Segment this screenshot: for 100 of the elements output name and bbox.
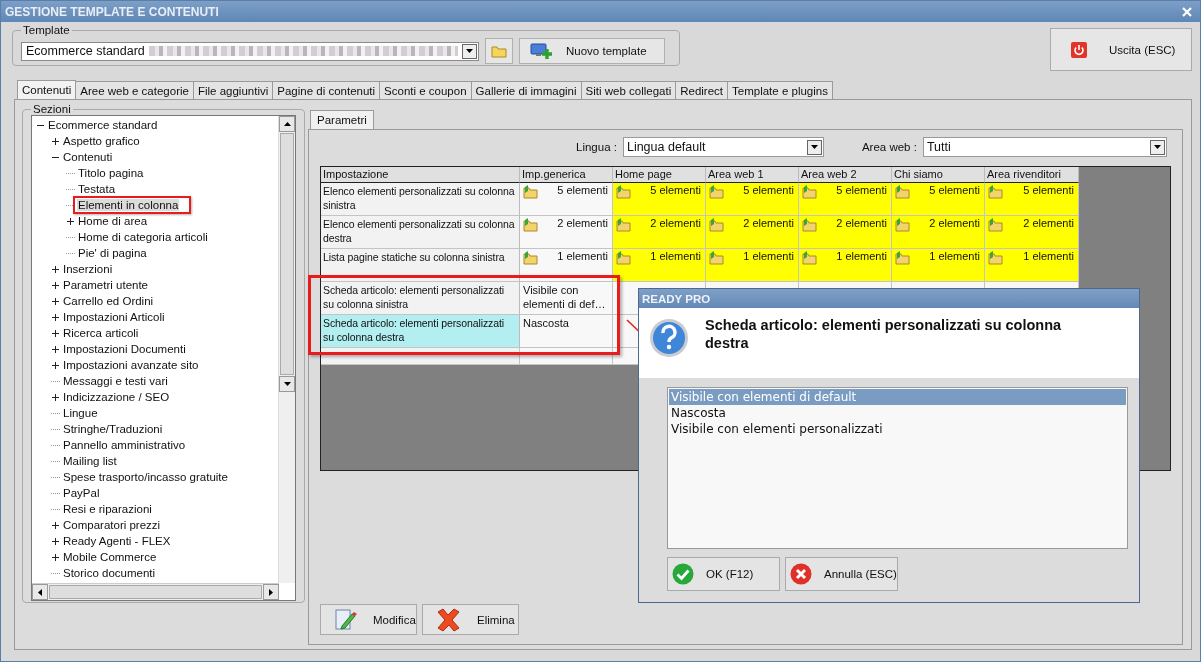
tree-item[interactable]: Resi e riparazioni (62, 503, 153, 515)
tree-item[interactable]: Ricerca articoli (62, 327, 140, 339)
value-cell[interactable]: 2 elementi (520, 216, 613, 249)
setting-cell[interactable]: Scheda articolo: elementi personalizzati su colonna sinistra (321, 282, 520, 315)
tree-item[interactable]: Impostazioni Documenti (62, 343, 187, 355)
column-header[interactable]: Impostazione (321, 167, 520, 183)
tree-item[interactable]: Inserzioni (62, 263, 114, 275)
folder-icon[interactable] (523, 217, 539, 233)
value-cell[interactable]: Visibile con elementi di def… (520, 282, 613, 315)
expand-icon[interactable] (51, 264, 60, 274)
expand-icon[interactable] (51, 136, 60, 146)
column-header[interactable]: Chi siamo (892, 167, 985, 183)
value-cell[interactable]: 2 elementi (799, 216, 892, 249)
folder-icon[interactable] (616, 217, 632, 233)
expand-icon[interactable] (51, 520, 60, 530)
folder-icon[interactable] (709, 184, 725, 200)
expand-icon[interactable] (51, 392, 60, 402)
tree-item[interactable]: Pie' di pagina (77, 247, 148, 259)
folder-icon[interactable] (709, 217, 725, 233)
folder-icon[interactable] (988, 250, 1004, 266)
value-cell[interactable]: 1 elementi (706, 249, 799, 282)
tree-item[interactable]: Mobile Commerce (62, 551, 158, 563)
folder-icon[interactable] (988, 184, 1004, 200)
tree-item[interactable]: PayPal (62, 487, 101, 499)
column-header[interactable]: Area web 1 (706, 167, 799, 183)
tree-item[interactable]: Messaggi e testi vari (62, 375, 169, 387)
column-header[interactable]: Imp.generica (520, 167, 613, 183)
tree-item[interactable]: Indicizzazione / SEO (62, 391, 171, 403)
expand-icon[interactable] (51, 536, 60, 546)
tab[interactable]: File aggiuntivi (192, 81, 274, 99)
folder-icon[interactable] (895, 250, 911, 266)
expand-icon[interactable] (51, 280, 60, 290)
value-cell[interactable]: 5 elementi (892, 183, 985, 216)
tree-item[interactable]: Mailing list (62, 455, 118, 467)
template-select[interactable]: Ecommerce standard (21, 41, 479, 61)
expand-icon[interactable] (51, 312, 60, 322)
scroll-left-icon[interactable] (38, 588, 42, 596)
folder-icon[interactable] (895, 217, 911, 233)
language-select[interactable]: Lingua default (622, 137, 824, 157)
tree-item[interactable]: Testata (77, 183, 117, 195)
tree-item[interactable]: Elementi in colonna (77, 199, 180, 211)
folder-icon[interactable] (895, 184, 911, 200)
tab[interactable]: Gallerie di immagini (470, 81, 582, 99)
value-cell[interactable]: Nascosta (520, 315, 613, 348)
edit-button[interactable]: Modifica (320, 604, 417, 635)
value-cell[interactable]: 2 elementi (985, 216, 1079, 249)
tree-item[interactable]: Home di categoria articoli (77, 231, 209, 243)
expand-icon[interactable] (66, 216, 75, 226)
tree-item[interactable]: Spese trasporto/incasso gratuite (62, 471, 229, 483)
value-cell[interactable]: 5 elementi (613, 183, 706, 216)
tree-item[interactable]: Stringhe/Traduzioni (62, 423, 164, 435)
value-cell[interactable]: 1 elementi (613, 249, 706, 282)
tree-item[interactable]: Carrello ed Ordini (62, 295, 155, 307)
tree-item[interactable]: Ecommerce standard (47, 119, 159, 131)
expand-icon[interactable] (51, 328, 60, 338)
value-cell[interactable]: 5 elementi (799, 183, 892, 216)
tree-item[interactable]: Lingue (62, 407, 99, 419)
expand-icon[interactable] (51, 344, 60, 354)
value-cell[interactable]: 1 elementi (799, 249, 892, 282)
tab[interactable]: Template e plugins (727, 81, 833, 99)
folder-icon[interactable] (616, 250, 632, 266)
tab[interactable]: Aree web e categorie (75, 81, 194, 99)
area-web-select[interactable]: Tutti (922, 137, 1167, 157)
tree-item[interactable]: Impostazioni Articoli (62, 311, 166, 323)
list-option[interactable]: Nascosta (669, 405, 1126, 421)
folder-icon[interactable] (709, 250, 725, 266)
value-cell[interactable]: 2 elementi (706, 216, 799, 249)
scroll-up-icon[interactable] (283, 122, 291, 126)
tree-item[interactable]: Titolo pagina (77, 167, 145, 179)
folder-icon[interactable] (802, 184, 818, 200)
tab[interactable]: Sconti e coupon (379, 81, 472, 99)
tab[interactable]: Pagine di contenuti (272, 81, 381, 99)
tab[interactable]: Siti web collegati (580, 81, 677, 99)
expand-icon[interactable] (51, 552, 60, 562)
tree-item[interactable]: Contenuti (62, 151, 114, 163)
folder-icon[interactable] (802, 250, 818, 266)
setting-cell[interactable]: Scheda articolo: elementi personalizzati su colonna destra (321, 315, 520, 348)
expand-icon[interactable] (51, 296, 60, 306)
value-cell[interactable]: 1 elementi (892, 249, 985, 282)
delete-button[interactable]: Elimina (422, 604, 519, 635)
folder-icon[interactable] (523, 250, 539, 266)
new-template-button[interactable]: Nuovo template (519, 38, 665, 64)
tree-item[interactable]: Impostazioni avanzate sito (62, 359, 200, 371)
scroll-right-icon[interactable] (269, 588, 273, 596)
list-option[interactable]: Visibile con elementi personalizzati (669, 421, 1126, 437)
folder-icon[interactable] (802, 217, 818, 233)
column-header[interactable]: Home page (613, 167, 706, 183)
cancel-button[interactable]: Annulla (ESC) (785, 557, 898, 591)
folder-icon[interactable] (523, 184, 539, 200)
tree-item[interactable]: Parametri utente (62, 279, 149, 291)
folder-icon[interactable] (988, 217, 1004, 233)
tree-item[interactable]: Ready Agenti - FLEX (62, 535, 172, 547)
ok-button[interactable]: OK (F12) (667, 557, 780, 591)
tree-item[interactable]: Pannello amministrativo (62, 439, 187, 451)
horizontal-scrollbar[interactable] (32, 583, 279, 600)
value-cell[interactable]: 5 elementi (520, 183, 613, 216)
tree-item[interactable]: Aspetto grafico (62, 135, 141, 147)
value-cell[interactable]: 5 elementi (706, 183, 799, 216)
folder-icon[interactable] (616, 184, 632, 200)
value-cell[interactable]: 1 elementi (985, 249, 1079, 282)
